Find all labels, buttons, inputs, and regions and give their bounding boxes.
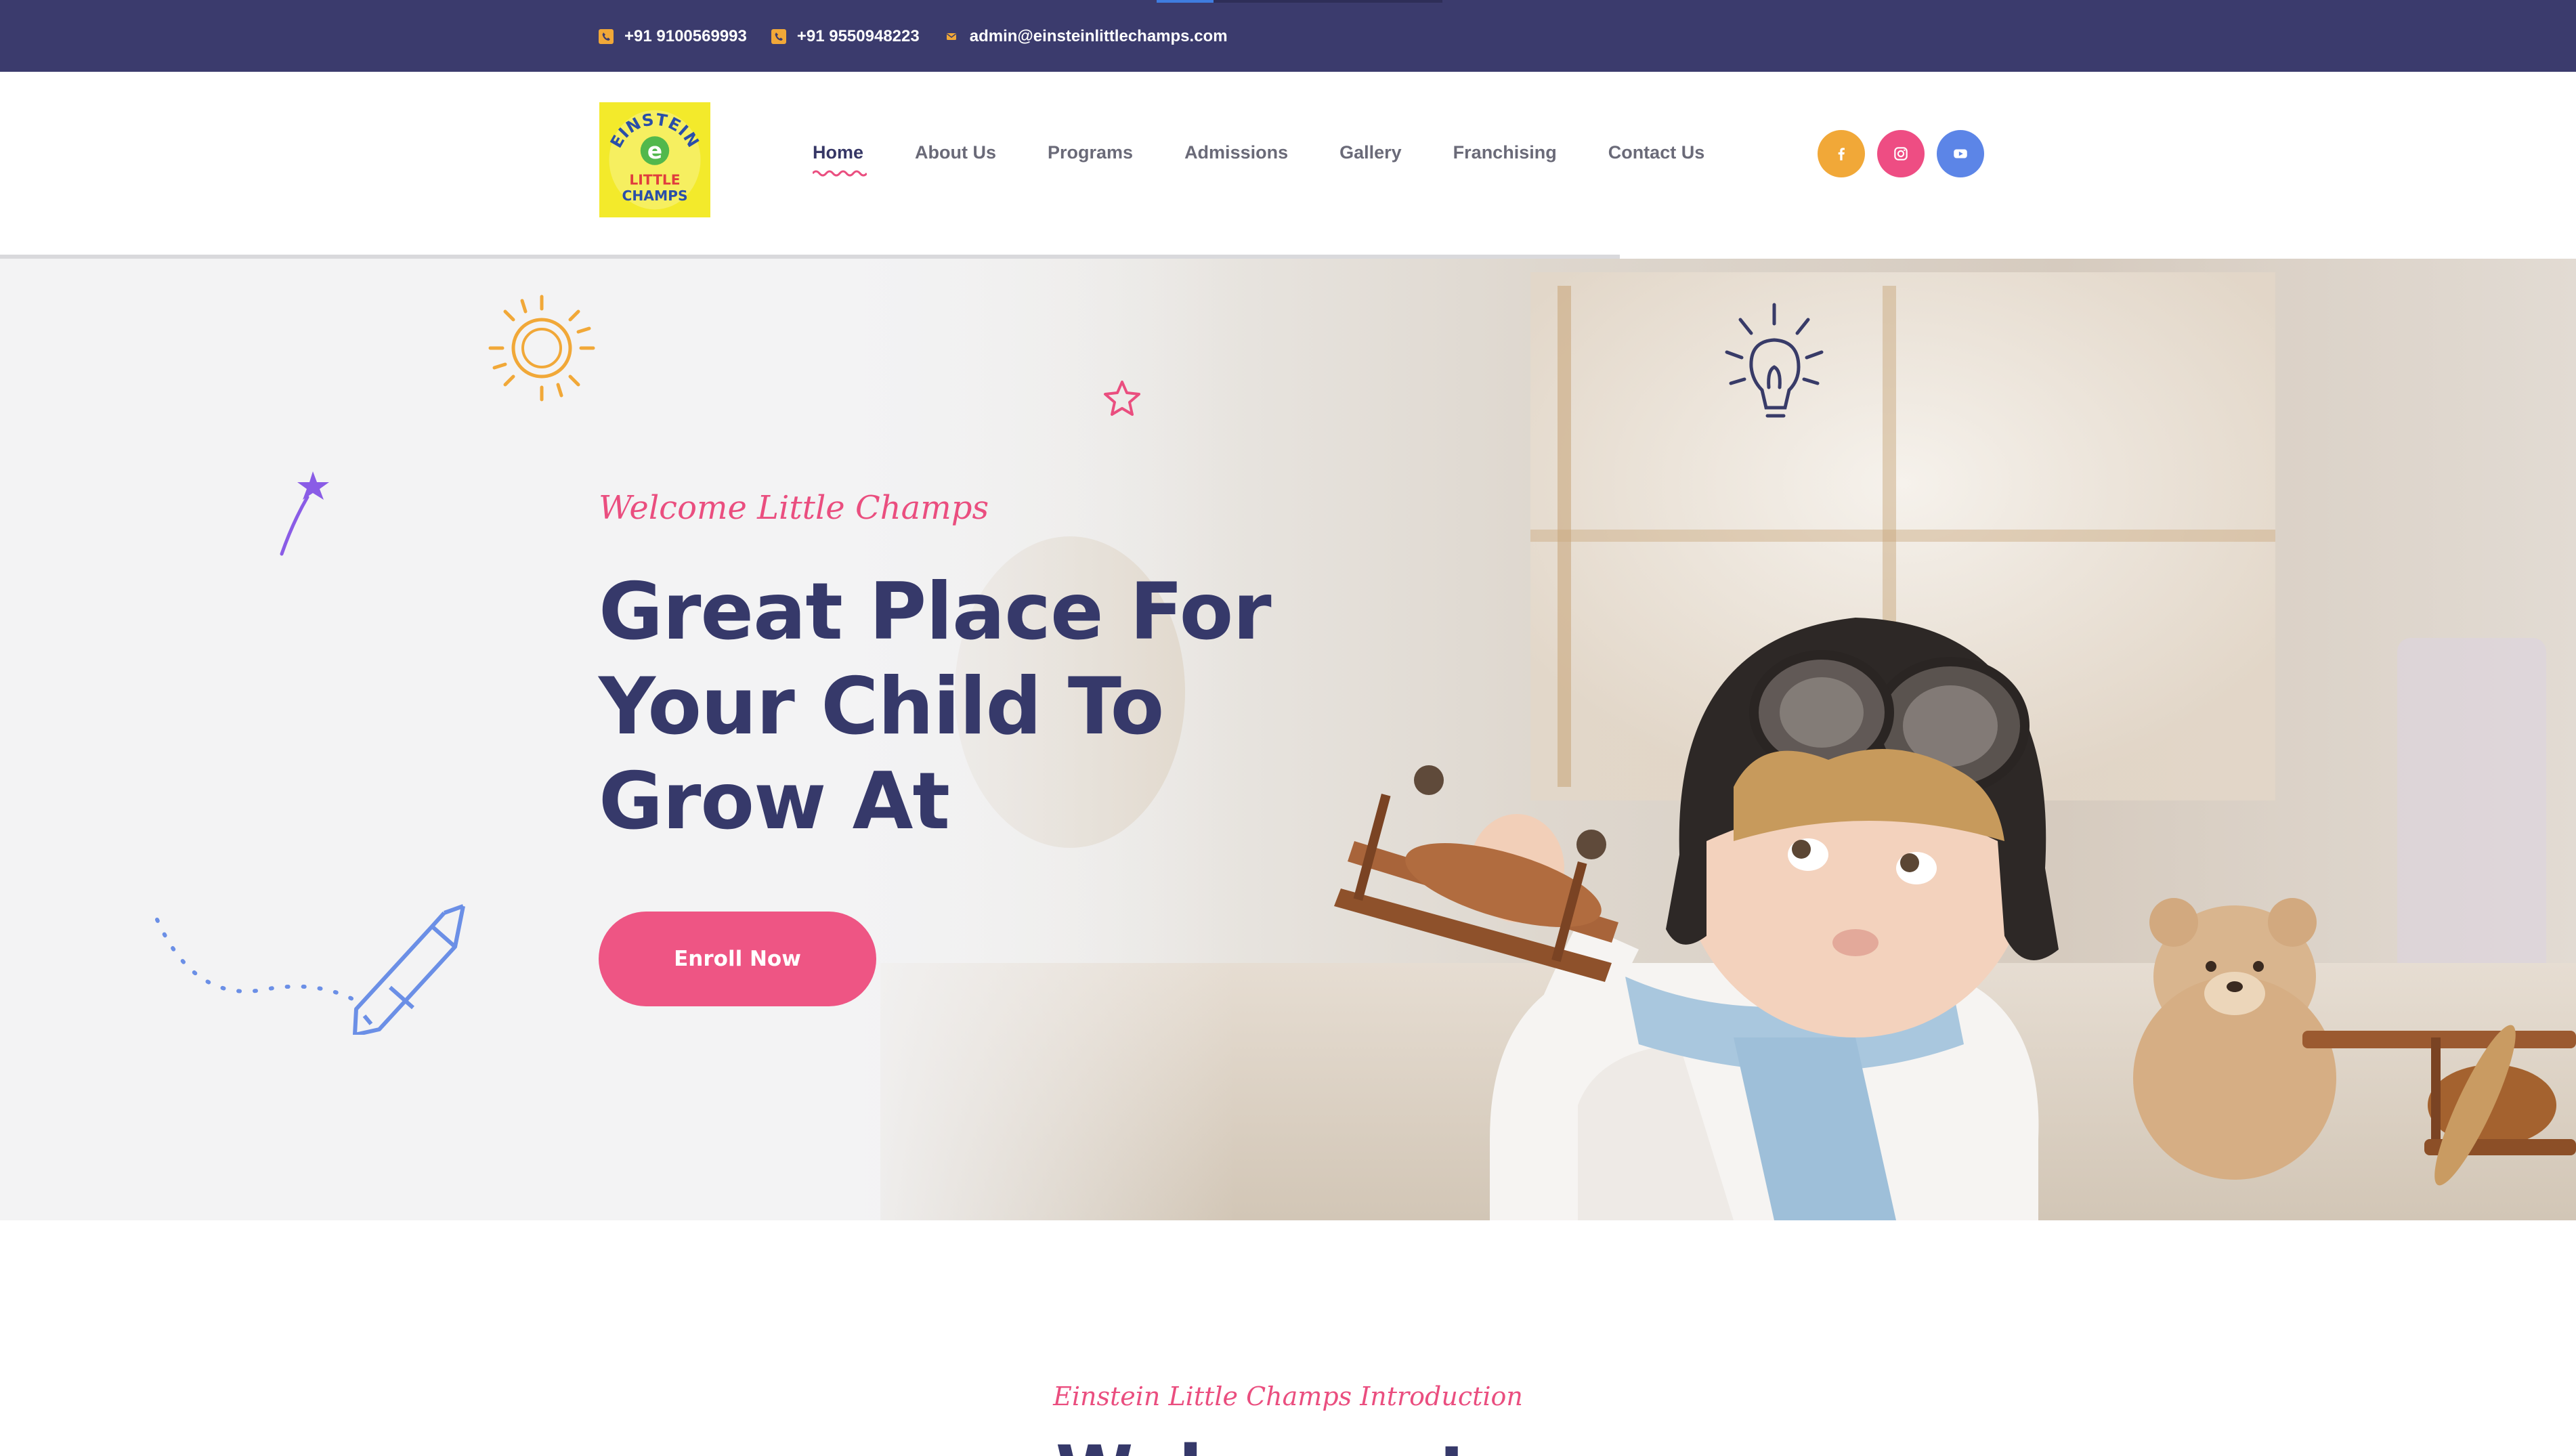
envelope-icon: [944, 29, 959, 44]
phone-icon: [771, 29, 786, 44]
youtube-icon: [1954, 149, 1967, 158]
main-nav: Home About Us Programs Admissions Galler…: [813, 141, 1705, 177]
nav-contact-us[interactable]: Contact Us: [1608, 141, 1705, 175]
site-logo[interactable]: EINSTEIN e LITTLE CHAMPS: [597, 100, 712, 219]
nav-programs-label: Programs: [1048, 142, 1134, 163]
nav-about-us[interactable]: About Us: [915, 141, 996, 175]
nav-home-label: Home: [813, 142, 864, 163]
youtube-button[interactable]: [1937, 130, 1984, 177]
top-contact-bar: +91 9100569993 +91 9550948223 admin@eins…: [0, 0, 2576, 72]
enroll-now-button[interactable]: Enroll Now: [599, 912, 876, 1006]
contact-phone-2[interactable]: +91 9550948223: [771, 27, 920, 46]
instagram-button[interactable]: [1877, 130, 1925, 177]
contact-email-text: admin@einsteinlittlechamps.com: [969, 27, 1228, 45]
logo-line-3: CHAMPS: [622, 188, 687, 204]
contact-email[interactable]: admin@einsteinlittlechamps.com: [944, 27, 1228, 46]
contact-list: +91 9100569993 +91 9550948223 admin@eins…: [599, 23, 1228, 50]
nav-franchising-label: Franchising: [1453, 142, 1557, 163]
intro-subtitle: Einstein Little Champs Introduction: [1053, 1382, 1523, 1411]
facebook-button[interactable]: [1818, 130, 1865, 177]
social-links: [1818, 130, 1984, 177]
contact-phone-1[interactable]: +91 9100569993: [599, 27, 747, 46]
active-nav-wave: [813, 170, 867, 177]
hero-title-line-3: Grow At: [599, 756, 950, 847]
hero-banner: Welcome Little Champs Great Place For Yo…: [0, 259, 2576, 1220]
contact-phone-2-text: +91 9550948223: [796, 27, 920, 45]
hero-title: Great Place For Your Child To Grow At: [599, 565, 1344, 849]
nav-franchising[interactable]: Franchising: [1453, 141, 1557, 175]
sun-icon: [488, 295, 595, 402]
page-loader-bar: [1157, 0, 1442, 3]
lightbulb-icon: [1725, 303, 1824, 418]
nav-gallery[interactable]: Gallery: [1339, 141, 1402, 175]
contact-phone-1-text: +91 9100569993: [624, 27, 747, 45]
nav-gallery-label: Gallery: [1339, 142, 1402, 163]
hero-title-line-1: Great Place For: [599, 566, 1272, 658]
nav-home[interactable]: Home: [813, 141, 867, 177]
nav-about-us-label: About Us: [915, 142, 996, 163]
logo-line-2: LITTLE: [629, 172, 680, 188]
nav-admissions[interactable]: Admissions: [1184, 141, 1288, 175]
nav-contact-us-label: Contact Us: [1608, 142, 1705, 163]
instagram-icon: [1894, 147, 1908, 160]
phone-icon: [599, 29, 614, 44]
logo-mark: e: [647, 138, 662, 164]
magic-wand-icon: [280, 471, 329, 556]
facebook-icon: [1838, 148, 1845, 160]
nav-admissions-label: Admissions: [1184, 142, 1289, 163]
intro-title: Welcome to: [0, 1430, 2576, 1456]
star-icon: [1104, 381, 1140, 416]
nav-programs[interactable]: Programs: [1048, 141, 1133, 175]
hero-subtitle: Welcome Little Champs: [599, 489, 989, 527]
pencil-icon: [155, 904, 465, 1035]
hero-title-line-2: Your Child To: [599, 661, 1164, 752]
